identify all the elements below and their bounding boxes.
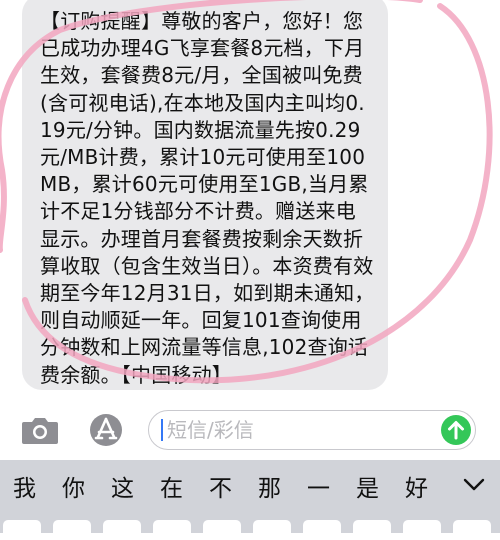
keyboard-key[interactable] [253,520,291,540]
candidate-word[interactable]: 在 [147,460,196,518]
key-row [0,520,500,540]
received-message-bubble[interactable]: 【订购提醒】尊敬的客户，您好！您已成功办理4G飞享套餐8元档，下月生效，套餐费8… [22,0,388,390]
keyboard-key[interactable] [3,520,41,540]
keyboard-key[interactable] [103,520,141,540]
candidate-word[interactable]: 我 [0,460,49,518]
app-store-button[interactable] [86,412,126,448]
message-text: 【订购提醒】尊敬的客户，您好！您已成功办理4G飞享套餐8元档，下月生效，套餐费8… [40,9,375,387]
candidate-word[interactable]: 你 [49,460,98,518]
message-input-placeholder: 短信/彩信 [167,418,254,442]
keyboard-key[interactable] [153,520,191,540]
chevron-down-icon [463,478,485,491]
candidate-bar: 我 你 这 在 不 那 一 是 好 [0,460,450,518]
text-cursor [161,419,163,441]
message-input[interactable]: 短信/彩信 [148,410,476,450]
keyboard-key[interactable] [353,520,391,540]
camera-button[interactable] [20,414,60,446]
keyboard-key[interactable] [453,520,491,540]
expand-candidates-button[interactable] [452,460,496,510]
camera-icon [22,418,58,444]
candidate-word[interactable]: 一 [294,460,343,518]
keyboard-key[interactable] [203,520,241,540]
send-button[interactable] [441,415,471,445]
app-store-icon [90,414,122,446]
candidate-word[interactable]: 那 [245,460,294,518]
message-thread: 【订购提醒】尊敬的客户，您好！您已成功办理4G飞享套餐8元档，下月生效，套餐费8… [0,0,500,398]
arrow-up-icon [441,415,471,445]
keyboard-key[interactable] [303,520,341,540]
keyboard-key[interactable] [403,520,441,540]
candidate-word[interactable]: 是 [343,460,392,518]
candidate-word[interactable]: 这 [98,460,147,518]
candidate-word[interactable]: 好 [392,460,441,518]
compose-bar: 短信/彩信 [0,398,500,460]
candidate-word[interactable]: 不 [196,460,245,518]
keyboard: 我 你 这 在 不 那 一 是 好 [0,460,500,540]
keyboard-key[interactable] [53,520,91,540]
